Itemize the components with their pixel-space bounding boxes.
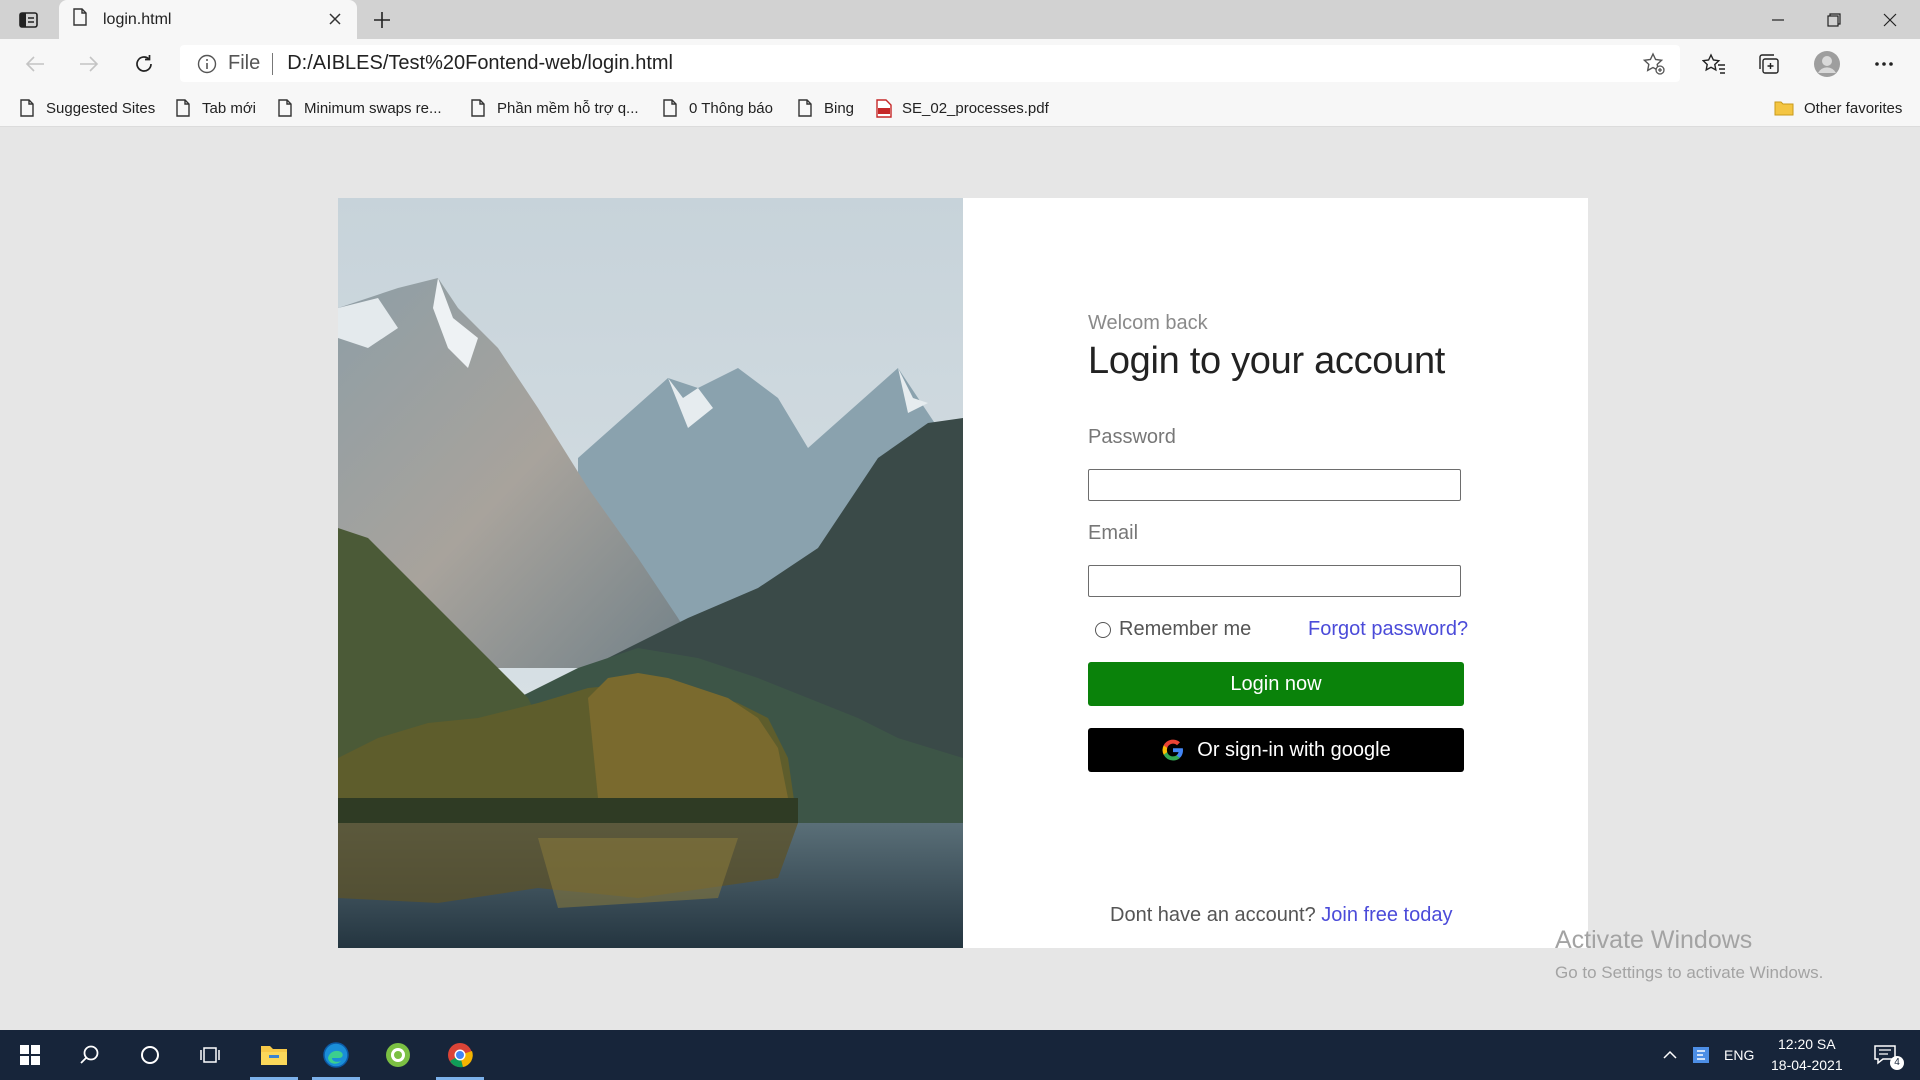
bookmark-item[interactable]: Phần mềm hỗ trợ q... [471, 96, 639, 120]
bookmark-item[interactable]: Tab mới [176, 96, 256, 120]
password-label: Password [1088, 426, 1176, 448]
activate-windows-subtitle: Go to Settings to activate Windows. [1555, 963, 1824, 982]
bookmark-label: Minimum swaps re... [304, 99, 442, 117]
bookmark-label: SE_02_processes.pdf [902, 99, 1049, 117]
mountain-landscape-image [338, 198, 963, 948]
password-input[interactable] [1088, 469, 1461, 501]
bookmark-item[interactable]: Suggested Sites [20, 96, 155, 120]
folder-icon [1774, 98, 1794, 118]
tab-title: login.html [103, 10, 172, 28]
bookmark-label: Phần mềm hỗ trợ q... [497, 99, 639, 117]
activate-windows-title: Activate Windows [1555, 926, 1753, 954]
refresh-icon[interactable] [127, 47, 161, 81]
page-title: Login to your account [1088, 340, 1446, 382]
bookmark-label: Suggested Sites [46, 99, 156, 117]
start-windows-icon[interactable] [2, 1030, 58, 1080]
join-free-link[interactable]: Join free today [1321, 904, 1452, 926]
no-account-text: Dont have an account? [1110, 904, 1316, 926]
search-icon[interactable] [62, 1030, 118, 1080]
task-view-icon[interactable] [182, 1030, 238, 1080]
page-icon [663, 98, 679, 118]
bookmark-label: 0 Thông báo [689, 99, 773, 117]
pdf-icon [876, 98, 892, 118]
google-signin-button[interactable]: Or sign-in with google [1088, 728, 1464, 772]
page-icon [73, 8, 87, 31]
other-favorites-label: Other favorites [1804, 99, 1903, 117]
tab-bar: login.html [0, 0, 1920, 39]
page-icon [20, 98, 36, 118]
minimize-icon[interactable] [1750, 0, 1806, 39]
login-card: Welcom back Login to your account Passwo… [338, 198, 1588, 948]
back-icon[interactable] [18, 47, 52, 81]
profile-avatar-icon[interactable] [1810, 47, 1844, 81]
google-button-label: Or sign-in with google [1197, 738, 1391, 761]
email-label: Email [1088, 522, 1139, 544]
login-button[interactable]: Login now [1088, 662, 1464, 706]
windows-taskbar: ENG 12:20 SA 18-04-2021 4 [0, 1030, 1920, 1080]
collections-icon[interactable] [1752, 47, 1786, 81]
remember-me-radio[interactable] [1095, 621, 1111, 638]
add-favorite-icon[interactable] [1642, 52, 1666, 76]
clock-date[interactable]: 18-04-2021 [1771, 1057, 1843, 1073]
more-menu-icon[interactable] [1867, 47, 1901, 81]
activate-windows-watermark: Activate Windows Go to Settings to activ… [1555, 926, 1823, 983]
favorites-icon[interactable] [1697, 47, 1731, 81]
address-bar[interactable]: File D:/AIBLES/Test%20Fontend-web/login.… [180, 45, 1680, 82]
bookmark-label: Bing [824, 99, 855, 117]
bookmarks-bar: Suggested Sites Tab mới Minimum swaps re… [0, 88, 1920, 127]
restore-icon[interactable] [1806, 0, 1862, 39]
other-favorites[interactable]: Other favorites [1774, 96, 1902, 120]
login-button-label: Login now [1230, 672, 1322, 695]
bookmark-item[interactable]: Minimum swaps re... [278, 96, 442, 120]
browser-tab[interactable]: login.html [59, 0, 357, 39]
language-indicator[interactable]: ENG [1724, 1047, 1754, 1063]
address-separator [272, 52, 274, 75]
edge-browser-icon[interactable] [308, 1030, 364, 1080]
chrome-browser-icon[interactable] [432, 1030, 488, 1080]
bookmark-label: Tab mới [202, 99, 257, 117]
tab-actions-icon[interactable] [14, 8, 44, 32]
address-scheme: File [228, 52, 261, 74]
page-icon [798, 98, 814, 118]
notifications-icon[interactable]: 4 [1858, 1030, 1914, 1080]
google-icon [1161, 738, 1185, 762]
browser-toolbar: File D:/AIBLES/Test%20Fontend-web/login.… [0, 39, 1920, 88]
close-tab-icon[interactable] [325, 9, 345, 29]
close-window-icon[interactable] [1862, 0, 1918, 39]
page-icon [471, 98, 487, 118]
page-icon [278, 98, 294, 118]
input-method-icon[interactable] [1686, 1030, 1716, 1080]
bookmark-item[interactable]: Bing [798, 96, 854, 120]
forward-icon[interactable] [72, 47, 106, 81]
show-hidden-icons-chevron-icon[interactable] [1652, 1030, 1688, 1080]
clock-time[interactable]: 12:20 SA [1778, 1036, 1836, 1052]
green-app-icon[interactable] [370, 1030, 426, 1080]
login-form: Welcom back Login to your account Passwo… [1088, 198, 1508, 948]
email-input[interactable] [1088, 565, 1461, 597]
info-icon[interactable] [196, 53, 218, 75]
bookmark-item[interactable]: SE_02_processes.pdf [876, 96, 1049, 120]
signup-prompt: Dont have an account? Join free today [1110, 904, 1452, 927]
cortana-icon[interactable] [122, 1030, 178, 1080]
forgot-password-link[interactable]: Forgot password? [1308, 618, 1468, 641]
remember-me[interactable]: Remember me [1095, 618, 1251, 641]
new-tab-icon[interactable] [368, 6, 396, 34]
page-icon [176, 98, 192, 118]
welcome-text: Welcom back [1088, 312, 1208, 334]
address-url[interactable]: D:/AIBLES/Test%20Fontend-web/login.html [287, 52, 673, 75]
remember-me-label: Remember me [1119, 618, 1252, 640]
bookmark-item[interactable]: 0 Thông báo [663, 96, 773, 120]
notification-count-badge: 4 [1890, 1056, 1904, 1070]
file-explorer-icon[interactable] [246, 1030, 302, 1080]
